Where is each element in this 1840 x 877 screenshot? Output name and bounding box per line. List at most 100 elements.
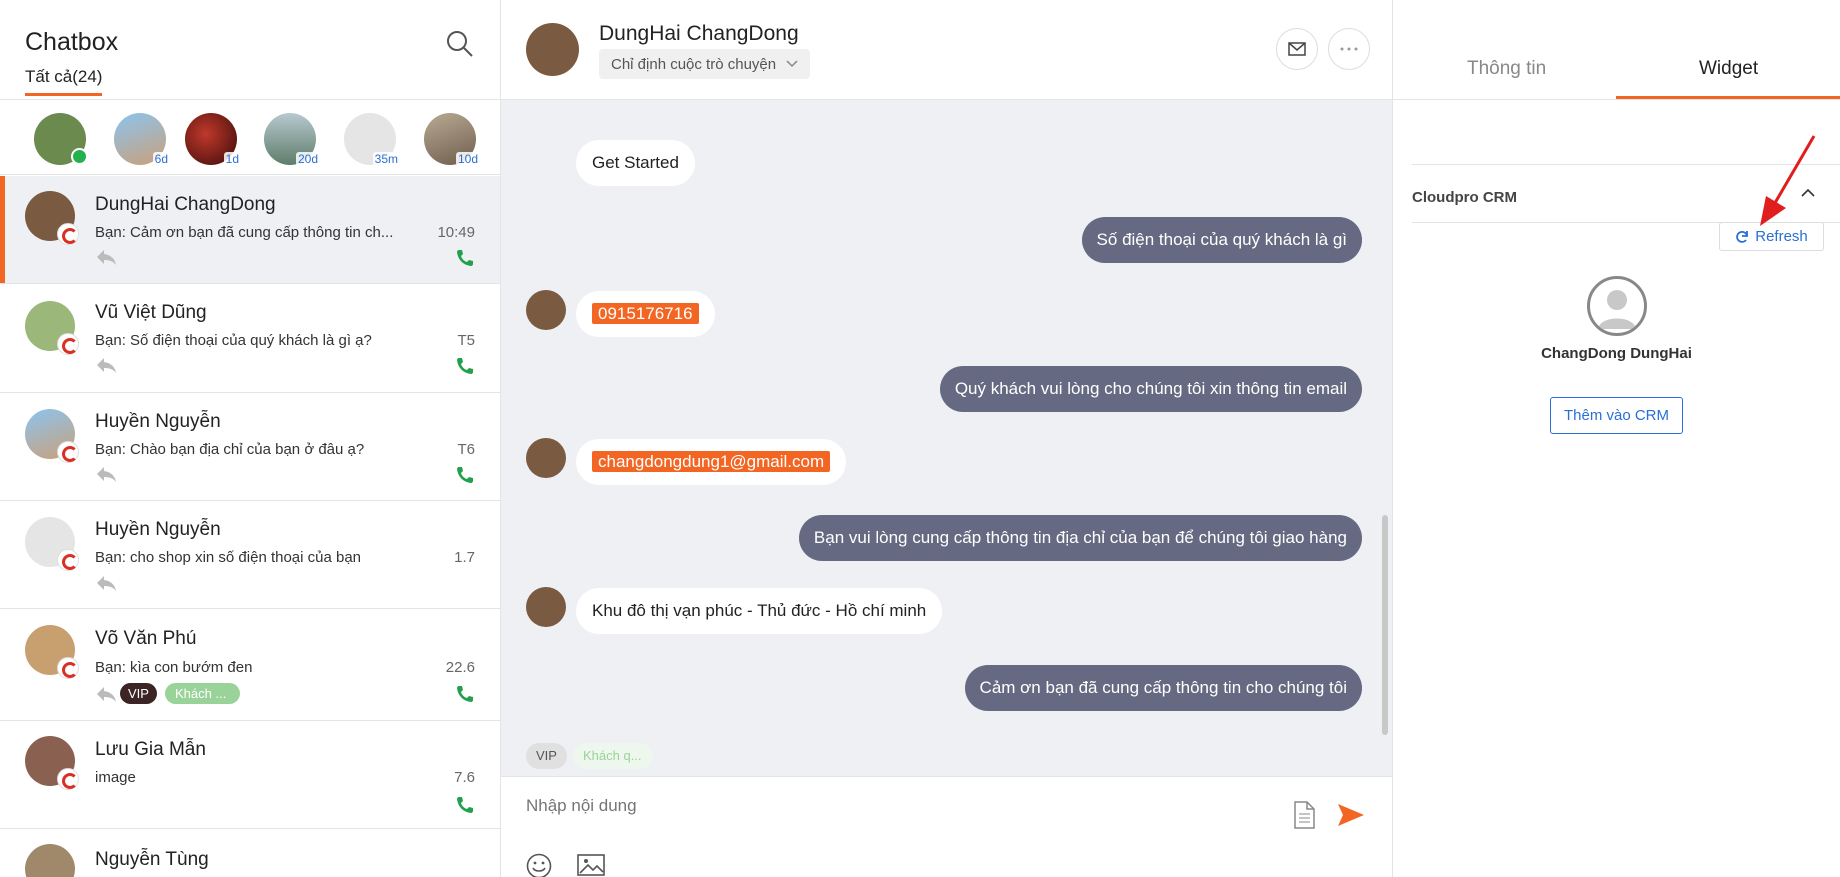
conversation-time: T6 [457,441,475,458]
conversation-item[interactable]: DungHai ChangDong Bạn: Cảm ơn bạn đã cun… [0,176,500,284]
conversation-name: Võ Văn Phú [95,628,197,649]
conversation-time: 1.7 [454,549,475,566]
chat-header: DungHai ChangDong Chỉ định cuộc trò chuy… [501,0,1392,100]
assign-label: Chỉ định cuộc trò chuyện [611,55,777,73]
document-icon[interactable] [1293,801,1315,829]
avatar [25,409,79,463]
phone-icon[interactable] [455,795,475,815]
conversation-item[interactable]: Vũ Việt Dũng Bạn: Số điện thoại của quý … [0,284,500,393]
crm-contact-avatar [1587,276,1647,336]
conversation-item[interactable]: Võ Văn Phú Bạn: kìa con bướm đen 22.6 VI… [0,609,500,721]
message-avatar [526,438,566,478]
online-dot [71,148,88,165]
conversation-preview: Bạn: cho shop xin số điện thoại của bạn [95,549,362,566]
strip-avatar-5[interactable]: 35m [344,113,400,166]
add-to-crm-button[interactable]: Thêm vào CRM [1550,397,1683,434]
crm-section-title: Cloudpro CRM [1412,189,1517,206]
emoji-icon[interactable] [526,853,552,877]
conversation-item[interactable]: Huyền Nguyễn Bạn: cho shop xin số điện t… [0,501,500,609]
crm-contact-name: ChangDong DungHai [1541,345,1692,362]
sidebar-title: Chatbox [25,28,119,56]
tag-vip: VIP [120,683,157,704]
composer [501,776,1392,877]
email-button[interactable] [1276,28,1318,70]
conversation-name: Huyền Nguyễn [95,519,221,540]
avatar [25,844,75,877]
reply-icon [97,687,116,702]
conversation-time: 10:49 [437,224,475,241]
strip-avatar-1[interactable] [34,113,88,165]
phone-icon[interactable] [455,684,475,704]
tab-all[interactable]: Tất cả(24) [25,67,103,96]
reply-icon [97,467,116,482]
tag-customer[interactable]: Khách q... [573,743,653,769]
conversation-item[interactable]: Huyền Nguyễn Bạn: Chào bạn địa chỉ của b… [0,393,500,501]
refresh-label: Refresh [1755,228,1808,245]
strip-avatar-4[interactable]: 20d [264,113,320,166]
conversation-tags: VIP Khách q... [501,738,1392,776]
info-panel: Thông tin Widget Cloudpro CRM Refresh Ch… [1393,0,1840,877]
contact-avatar[interactable] [526,23,579,76]
conversation-time: 7.6 [454,769,475,786]
strip-badge: 10d [455,152,480,166]
assign-conversation-dropdown[interactable]: Chỉ định cuộc trò chuyện [599,49,811,79]
message-avatar [526,587,566,627]
conversation-name: Vũ Việt Dũng [95,302,207,323]
message-outgoing: Bạn vui lòng cung cấp thông tin địa chỉ … [798,515,1362,561]
chat-panel: DungHai ChangDong Chỉ định cuộc trò chuy… [501,0,1393,877]
conversation-name: DungHai ChangDong [95,194,276,215]
send-icon[interactable] [1337,803,1365,827]
sidebar-header: Chatbox Tất cả(24) [0,0,500,100]
phone-highlight[interactable]: 0915176716 [592,303,699,324]
phone-icon[interactable] [455,465,475,485]
phone-icon[interactable] [455,248,475,268]
conversation-name: Nguyễn Tùng [95,849,209,870]
email-highlight[interactable]: changdongdung1@gmail.com [592,451,831,472]
user-placeholder-icon [1598,290,1636,329]
strip-avatar-2[interactable]: 6d [114,113,170,166]
message-list[interactable]: Get Started Số điện thoại của quý khách … [501,100,1392,738]
message-outgoing: Cảm ơn bạn đã cung cấp thông tin cho chú… [964,665,1362,711]
conversation-name: Huyền Nguyễn [95,411,221,432]
messenger-badge-icon [57,223,79,245]
conversation-preview: Bạn: Chào bạn địa chỉ của bạn ở đâu ạ? [95,441,365,458]
message-outgoing: Quý khách vui lòng cho chúng tôi xin thô… [939,366,1362,412]
strip-avatar-3[interactable]: 1d [185,113,241,166]
tab-widget[interactable]: Widget [1699,58,1758,80]
conversation-preview: Bạn: kìa con bướm đen [95,659,253,676]
conversation-time: T5 [457,332,475,349]
conversation-preview: Bạn: Số điện thoại của quý khách là gì ạ… [95,332,372,349]
strip-avatar-6[interactable]: 10d [424,113,480,166]
more-options-button[interactable] [1328,28,1370,70]
conversation-item[interactable]: Lưu Gia Mẫn image 7.6 [0,721,500,829]
message-input[interactable] [526,796,1226,816]
recent-avatar-strip: 6d 1d 20d 35m 10d [0,100,500,175]
chat-scrollbar[interactable] [1382,515,1388,735]
reply-icon [97,358,116,373]
message-incoming: Get Started [576,140,695,186]
strip-badge: 35m [372,152,400,166]
strip-badge: 6d [152,152,170,166]
contact-name: DungHai ChangDong [599,22,799,45]
avatar [25,736,79,790]
conversation-item[interactable]: Nguyễn Tùng [0,829,500,877]
messenger-badge-icon [57,333,79,355]
image-icon[interactable] [577,853,605,877]
active-tab-underline [1616,96,1840,99]
message-avatar [526,290,566,330]
messenger-badge-icon [57,549,79,571]
messenger-badge-icon [57,768,79,790]
conversation-time: 22.6 [445,659,475,676]
tab-info[interactable]: Thông tin [1467,58,1546,80]
avatar [25,517,79,571]
avatar [25,301,79,355]
phone-icon[interactable] [455,356,475,376]
avatar [25,625,79,679]
more-icon [1340,47,1358,51]
conversation-preview: image [95,769,136,786]
messenger-badge-icon [57,441,79,463]
tag-vip[interactable]: VIP [526,743,567,769]
tag-customer: Khách ... [165,683,240,704]
search-icon[interactable] [444,28,476,60]
info-tabs: Thông tin Widget [1393,0,1840,100]
